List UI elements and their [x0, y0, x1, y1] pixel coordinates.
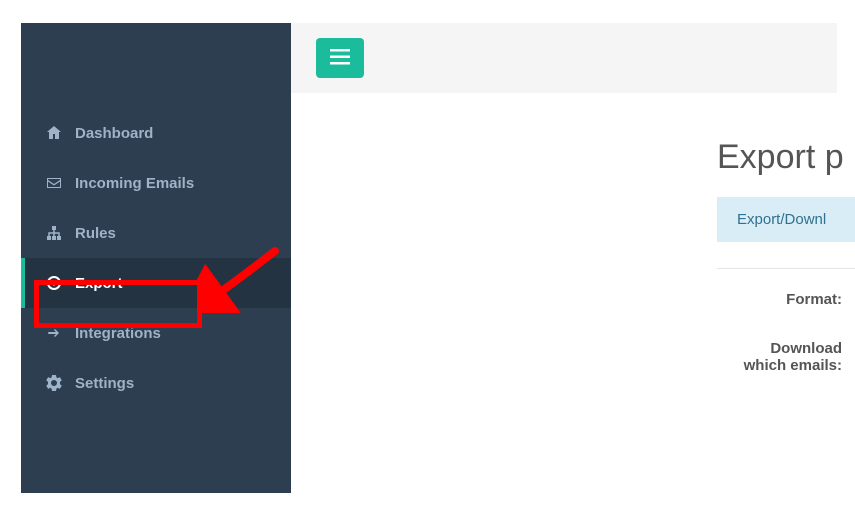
sidebar-item-label: Export [75, 275, 123, 292]
menu-toggle-button[interactable] [316, 38, 364, 78]
sidebar-item-label: Integrations [75, 325, 161, 342]
sitemap-icon [45, 224, 63, 242]
home-icon [45, 124, 63, 142]
main-content: Export p Export/Downl Format: Download w… [291, 93, 855, 523]
divider [717, 268, 855, 269]
sidebar-item-label: Dashboard [75, 125, 153, 142]
sidebar-item-integrations[interactable]: Integrations [21, 308, 291, 358]
share-icon [45, 324, 63, 342]
hamburger-icon [330, 49, 350, 68]
sidebar-item-label: Incoming Emails [75, 175, 194, 192]
sidebar-item-settings[interactable]: Settings [21, 358, 291, 408]
target-icon [45, 274, 63, 292]
topbar [291, 23, 837, 93]
page-title: Export p [717, 138, 855, 177]
sidebar: Dashboard Incoming Emails Rules Export I… [21, 23, 291, 493]
sidebar-item-label: Settings [75, 375, 134, 392]
tab-export-download[interactable]: Export/Downl [717, 197, 855, 242]
sidebar-item-rules[interactable]: Rules [21, 208, 291, 258]
sidebar-item-label: Rules [75, 225, 116, 242]
sidebar-item-export[interactable]: Export [21, 258, 291, 308]
gear-icon [45, 374, 63, 392]
sidebar-item-dashboard[interactable]: Dashboard [21, 108, 291, 158]
envelope-icon [45, 174, 63, 192]
label-download-which-emails: Download which emails: [737, 340, 842, 374]
label-format: Format: [737, 291, 842, 308]
sidebar-item-incoming-emails[interactable]: Incoming Emails [21, 158, 291, 208]
